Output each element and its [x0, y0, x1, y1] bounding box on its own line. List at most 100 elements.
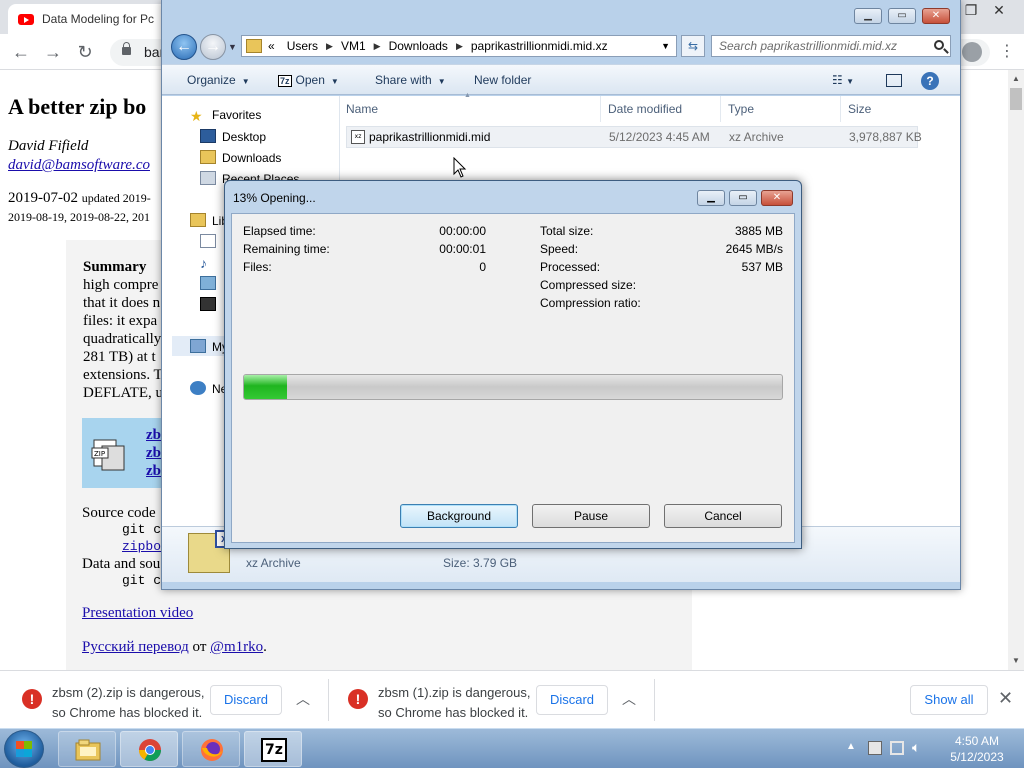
reload-icon[interactable]: ↻ [72, 40, 98, 64]
breadcrumb-users[interactable]: Users [281, 39, 324, 53]
background-button[interactable]: Background [400, 504, 518, 528]
minimize-icon[interactable]: ▁ [697, 190, 725, 206]
mouse-cursor-icon [453, 157, 467, 178]
dialog-title: 13% Opening... [233, 191, 316, 205]
taskbar-explorer-button[interactable] [58, 731, 116, 767]
forward-arrow-icon[interactable]: → [40, 40, 66, 64]
organize-button[interactable]: Organize ▼ [187, 73, 250, 87]
minimize-icon[interactable]: ▁ [854, 8, 882, 24]
nav-desktop[interactable]: Desktop [200, 129, 266, 144]
total-size-label: Total size: [540, 224, 594, 238]
nav-downloads[interactable]: Downloads [200, 150, 281, 165]
column-divider [600, 96, 601, 122]
column-header-size[interactable]: Size [848, 102, 871, 116]
nav-network[interactable]: Ne [190, 381, 227, 396]
profile-avatar-icon[interactable] [962, 42, 982, 62]
table-row[interactable]: xz paprikastrillionmidi.mid 5/12/2023 4:… [346, 126, 922, 148]
nav-favorites[interactable]: ★ Favorites [190, 108, 261, 124]
search-input[interactable]: Search paprikastrillionmidi.mid.xz [711, 35, 951, 57]
file-date: 5/12/2023 4:45 AM [609, 130, 710, 144]
nav-pictures[interactable] [200, 276, 222, 291]
libraries-icon [190, 213, 206, 227]
share-with-button[interactable]: Share with ▼ [375, 73, 446, 87]
scroll-up-icon[interactable]: ▲ [1012, 74, 1020, 83]
action-center-flag-icon[interactable] [868, 741, 882, 755]
column-header-type[interactable]: Type [728, 102, 754, 116]
explorer-address-bar[interactable]: « Users ▶ VM1 ▶ Downloads ▶ paprikastril… [241, 35, 677, 57]
folder-icon [75, 739, 101, 761]
page-scrollbar[interactable]: ▲ ▼ [1008, 70, 1024, 670]
source-code-label: Source code [82, 505, 156, 521]
taskbar-7zip-button[interactable]: 7z [244, 731, 302, 767]
network-icon[interactable] [890, 741, 904, 755]
nav-music[interactable]: ♪ [200, 255, 222, 271]
back-button[interactable]: ← [171, 34, 197, 60]
download-message: zbsm (1).zip is dangerous, so Chrome has… [378, 683, 538, 723]
chevron-right-icon[interactable]: ▶ [324, 41, 335, 52]
maximize-icon[interactable]: ▭ [729, 190, 757, 206]
refresh-icon[interactable]: ⇆ [681, 35, 705, 57]
nav-videos[interactable] [200, 297, 222, 312]
breadcrumb-vm1[interactable]: VM1 [335, 39, 372, 53]
total-size-value: 3885 MB [734, 224, 783, 238]
address-dropdown-icon[interactable]: ▼ [661, 41, 670, 51]
show-hidden-icons-icon[interactable]: ▲ [846, 741, 856, 752]
back-arrow-icon[interactable]: ← [8, 40, 34, 64]
translator-link[interactable]: @m1rko [210, 639, 263, 655]
download-message-line2: so Chrome has blocked it. [378, 705, 529, 720]
cancel-button[interactable]: Cancel [664, 504, 782, 528]
scroll-thumb[interactable] [1010, 88, 1022, 110]
start-button[interactable] [4, 730, 44, 768]
recent-pages-chevron-icon[interactable]: ▼ [228, 42, 237, 52]
nav-documents[interactable] [200, 234, 222, 249]
forward-button[interactable]: → [200, 34, 226, 60]
dropdown-arrow-icon: ▼ [330, 77, 339, 86]
column-header-name[interactable]: Name [346, 102, 378, 116]
author-name: David Fifield [8, 138, 89, 154]
maximize-icon[interactable]: ▭ [888, 8, 916, 24]
menu-kebab-icon[interactable]: ⋮ [994, 40, 1020, 64]
taskbar-chrome-button[interactable] [120, 731, 178, 767]
show-all-button[interactable]: Show all [910, 685, 988, 715]
close-icon[interactable]: ✕ [922, 8, 950, 24]
taskbar-firefox-button[interactable] [182, 731, 240, 767]
file-size: 3,978,887 KB [849, 130, 922, 144]
search-icon[interactable] [934, 40, 944, 50]
column-divider [840, 96, 841, 122]
clock[interactable]: 4:50 AM 5/12/2023 [940, 733, 1014, 765]
breadcrumb-downloads[interactable]: Downloads [383, 39, 454, 53]
dropdown-arrow-icon: ▼ [437, 77, 446, 86]
russian-translation-link[interactable]: Русский перевод [82, 639, 189, 655]
presentation-video-link[interactable]: Presentation video [82, 605, 193, 622]
pause-button[interactable]: Pause [532, 504, 650, 528]
search-placeholder: Search paprikastrillionmidi.mid.xz [719, 39, 898, 53]
close-icon[interactable]: ✕ [998, 688, 1013, 709]
breadcrumb-archive[interactable]: paprikastrillionmidi.mid.xz [465, 39, 614, 53]
discard-button[interactable]: Discard [210, 685, 282, 715]
nav-libraries[interactable]: Lib [190, 213, 228, 228]
volume-icon[interactable]: 🔈︎ [912, 739, 920, 756]
chevron-right-icon[interactable]: ▶ [454, 41, 465, 52]
download-message-line2: so Chrome has blocked it. [52, 705, 203, 720]
preview-pane-icon[interactable] [886, 74, 902, 87]
discard-button[interactable]: Discard [536, 685, 608, 715]
svg-text:ZIP: ZIP [94, 450, 105, 458]
help-icon[interactable]: ? [921, 72, 939, 90]
chevron-up-icon[interactable]: ︿ [622, 689, 636, 709]
chevron-right-icon[interactable]: ▶ [372, 41, 383, 52]
divider [654, 679, 655, 721]
scroll-down-icon[interactable]: ▼ [1012, 656, 1020, 665]
breadcrumb-overflow[interactable]: « [262, 39, 281, 53]
chevron-up-icon[interactable]: ︿ [296, 689, 310, 709]
download-message-line1: zbsm (1).zip is dangerous, [378, 685, 531, 700]
nav-downloads-label: Downloads [222, 151, 282, 165]
browser-tab[interactable]: Data Modeling for Pc [8, 4, 168, 34]
videos-icon [200, 297, 216, 311]
view-options-icon[interactable]: ☷ ▼ [832, 73, 854, 87]
browser-close-icon[interactable]: ✕ [976, 0, 1022, 22]
close-icon[interactable]: ✕ [761, 190, 793, 206]
new-folder-button[interactable]: New folder [474, 73, 531, 87]
column-header-date-modified[interactable]: Date modified [608, 102, 682, 116]
open-button[interactable]: 7z Open ▼ [278, 73, 339, 87]
author-email-link[interactable]: david@bamsoftware.co [8, 157, 150, 174]
